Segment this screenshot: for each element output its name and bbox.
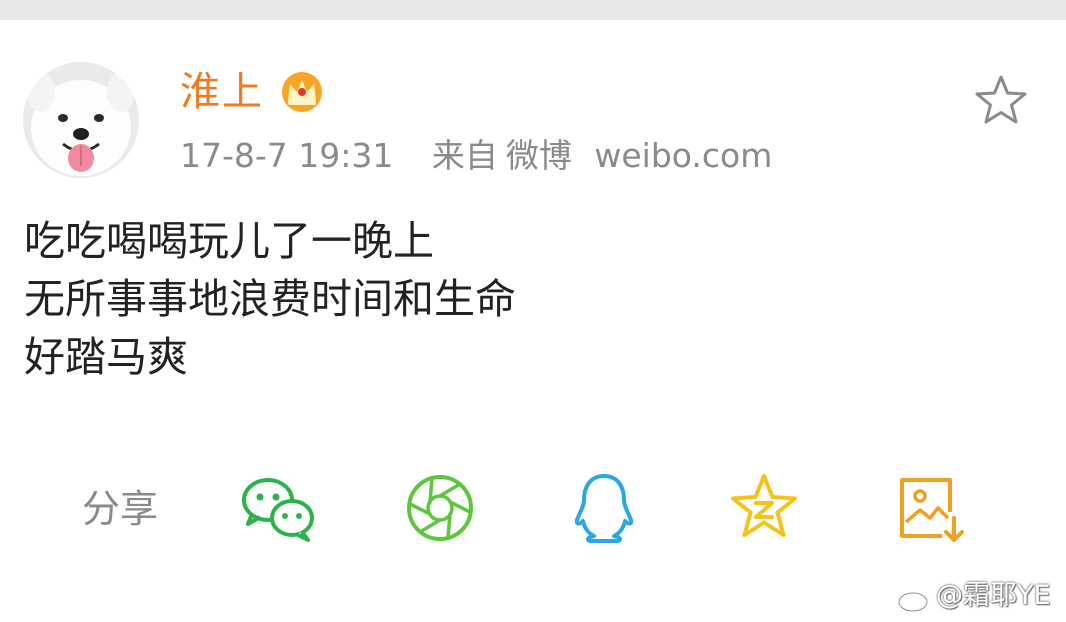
source-site[interactable]: weibo.com	[594, 136, 772, 175]
author-name[interactable]: 淮上	[180, 66, 264, 118]
avatar[interactable]	[23, 62, 139, 178]
watermark-text: @霜耶YE	[936, 580, 1051, 611]
wechat-icon[interactable]	[240, 470, 316, 546]
post-timestamp: 17-8-7 19:31	[180, 136, 394, 175]
crown-icon	[282, 72, 322, 112]
source-prefix: 来自	[431, 136, 498, 175]
star-outline-icon[interactable]	[972, 72, 1030, 130]
qq-icon[interactable]	[566, 470, 642, 546]
post-content: 吃吃喝喝玩儿了一晚上 无所事事地浪费时间和生命 好踏马爽	[24, 212, 516, 386]
post-meta: 17-8-7 19:31 来自 微博 weibo.com	[180, 136, 772, 176]
weibo-logo-icon	[897, 585, 932, 613]
qzone-icon[interactable]	[726, 470, 802, 546]
moments-icon[interactable]	[402, 470, 478, 546]
save-image-icon[interactable]	[892, 470, 968, 546]
content-line: 好踏马爽	[24, 333, 188, 381]
share-label: 分享	[82, 487, 159, 531]
source-app[interactable]: 微博	[506, 136, 572, 175]
content-line: 吃吃喝喝玩儿了一晚上	[24, 217, 434, 265]
status-bar-strip	[0, 0, 1066, 20]
content-line: 无所事事地浪费时间和生命	[24, 275, 516, 323]
